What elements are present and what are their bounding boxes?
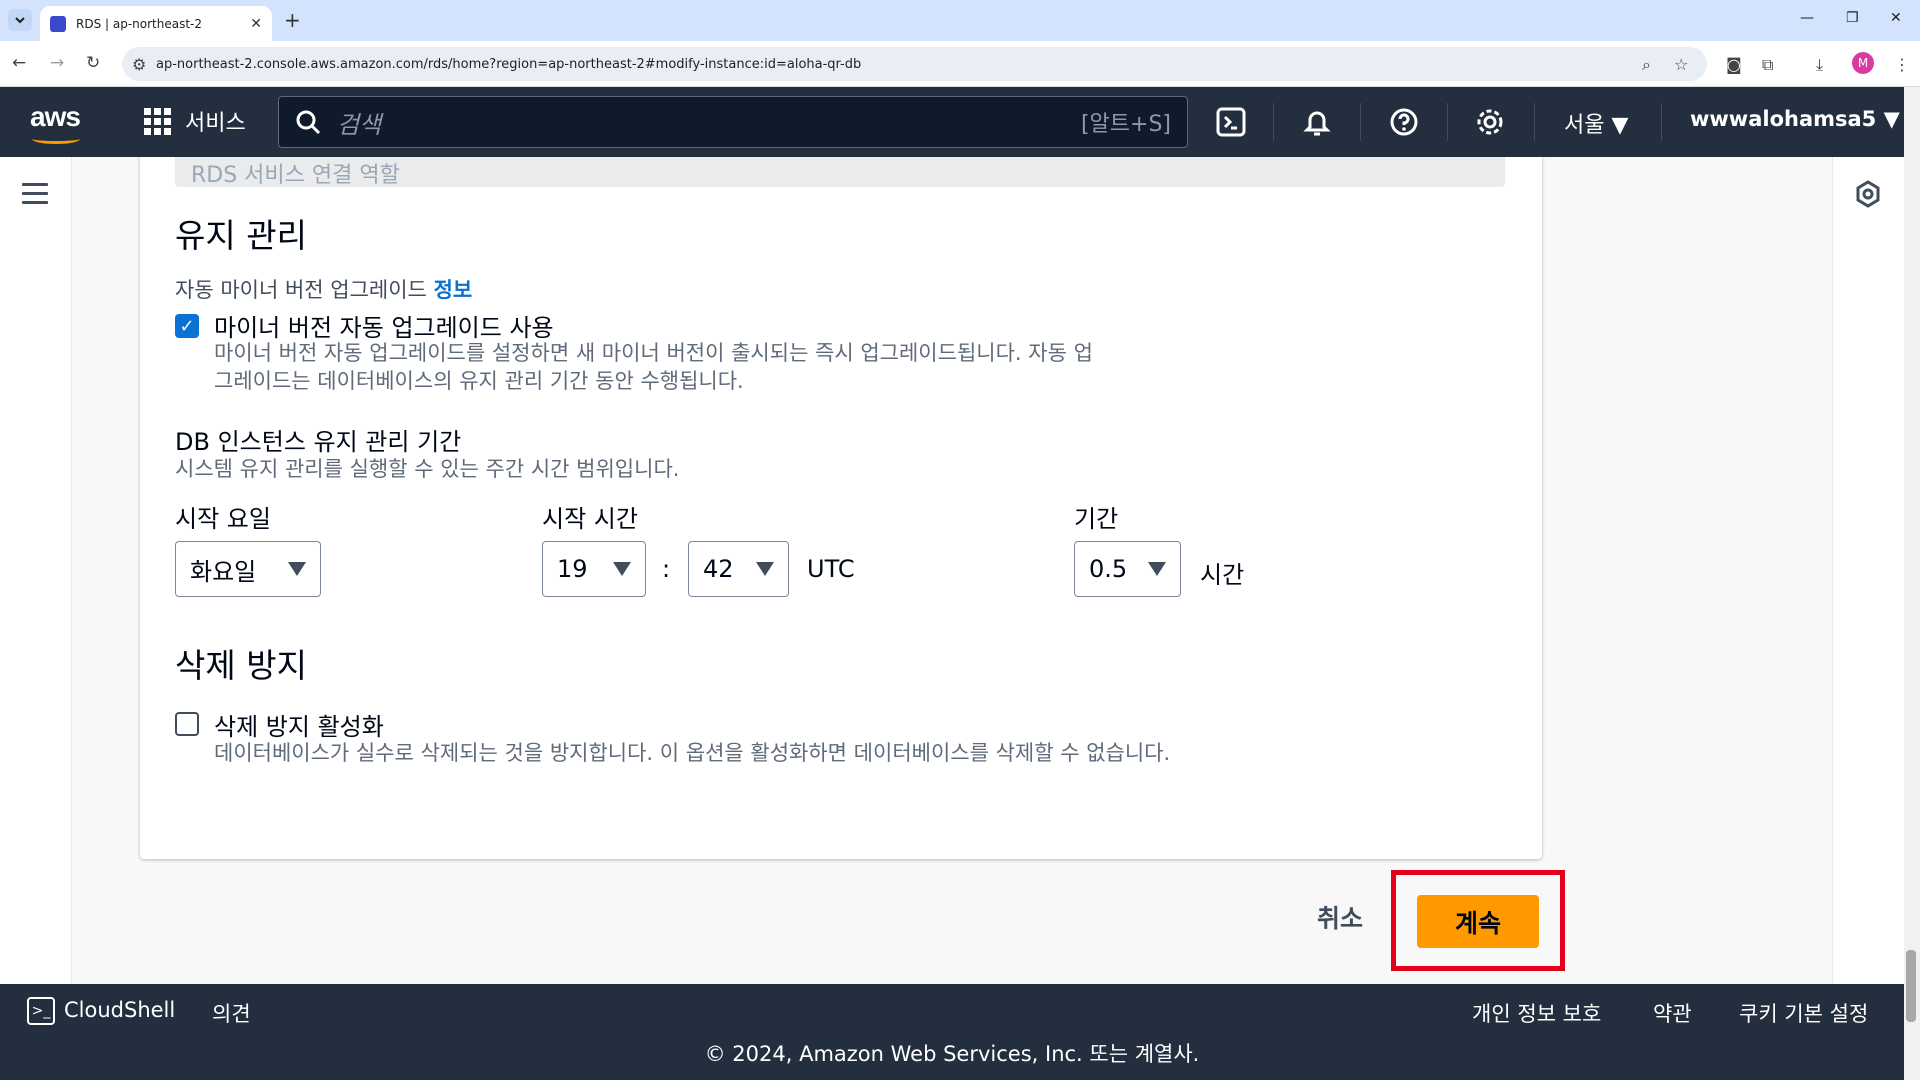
- new-tab-button[interactable]: +: [284, 8, 301, 32]
- browser-menu-icon[interactable]: ⋮: [1894, 55, 1910, 74]
- browser-tab-strip: RDS | ap-northeast-2 ✕ + — ❐ ✕: [0, 0, 1920, 41]
- nav-divider: [1534, 103, 1535, 141]
- start-time-label: 시작 시간: [542, 505, 638, 533]
- search-icon: [296, 110, 321, 135]
- cookie-preferences-link[interactable]: 쿠키 기본 설정: [1739, 998, 1868, 1028]
- caret-down-icon: [288, 562, 306, 576]
- tab-search-button[interactable]: [8, 9, 32, 31]
- address-bar-row: ← → ↻ ⚙ ap-northeast-2.console.aws.amazo…: [0, 41, 1920, 87]
- window-close-icon[interactable]: ✕: [1890, 10, 1902, 26]
- profile-avatar[interactable]: M: [1852, 52, 1874, 74]
- start-minute-value: 42: [703, 555, 734, 583]
- deletion-protection-heading: 삭제 방지: [175, 646, 307, 685]
- nav-divider: [1273, 103, 1274, 141]
- services-label: 서비스: [185, 111, 246, 136]
- bookmark-star-icon[interactable]: ☆: [1674, 55, 1688, 74]
- start-day-label: 시작 요일: [175, 505, 271, 533]
- terms-link[interactable]: 약관: [1653, 998, 1692, 1028]
- start-day-value: 화요일: [190, 557, 257, 586]
- form-panel: RDS 서비스 연결 역할 유지 관리 자동 마이너 버전 업그레이드 정보 ✓…: [140, 157, 1542, 859]
- zoom-icon[interactable]: ⌕: [1642, 55, 1651, 75]
- duration-unit: 시간: [1200, 561, 1245, 589]
- nav-divider: [1447, 103, 1448, 141]
- service-linked-role-field: RDS 서비스 연결 역할: [175, 157, 1505, 187]
- aws-smile-icon: [32, 134, 80, 144]
- rds-favicon-icon: [50, 15, 66, 32]
- search-placeholder: 검색: [337, 110, 382, 139]
- auto-upgrade-label: 자동 마이너 버전 업그레이드 정보: [175, 274, 472, 304]
- site-info-icon[interactable]: ⚙: [132, 55, 146, 74]
- forward-icon[interactable]: →: [50, 53, 64, 73]
- time-separator: :: [662, 555, 671, 583]
- notifications-bell-icon[interactable]: [1298, 103, 1336, 141]
- start-minute-select[interactable]: 42: [688, 541, 789, 597]
- chevron-down-icon: [15, 17, 25, 24]
- maintenance-window-description: 시스템 유지 관리를 실행할 수 있는 주간 시간 범위입니다.: [175, 457, 680, 481]
- reload-icon[interactable]: ↻: [86, 53, 100, 73]
- duration-label: 기간: [1074, 505, 1119, 533]
- region-selector[interactable]: 서울 ▼: [1564, 107, 1628, 139]
- account-menu[interactable]: wwwalohamsa5 ▼: [1690, 107, 1900, 131]
- caret-down-icon: [613, 562, 631, 576]
- browser-tab-active[interactable]: RDS | ap-northeast-2 ✕: [40, 6, 272, 41]
- services-menu-button[interactable]: 서비스: [144, 105, 246, 137]
- tab-close-icon[interactable]: ✕: [250, 16, 262, 32]
- page-scrollbar[interactable]: [1904, 87, 1920, 1080]
- help-icon[interactable]: [1385, 103, 1423, 141]
- service-linked-role-value: RDS 서비스 연결 역할: [191, 163, 400, 187]
- back-icon[interactable]: ←: [12, 53, 26, 73]
- auto-upgrade-desc-line-2: 그레이드는 데이터베이스의 유지 관리 기간 동안 수행됩니다.: [214, 369, 744, 393]
- maintenance-window-title: DB 인스턴스 유지 관리 기간: [175, 428, 462, 456]
- aws-logo[interactable]: aws: [30, 101, 81, 133]
- auto-upgrade-checkbox[interactable]: ✓: [175, 314, 199, 338]
- aws-top-nav: aws 서비스 검색 [알트+S] 서울 ▼ wwwalohamsa5 ▼: [0, 87, 1920, 157]
- restore-icon[interactable]: ❐: [1846, 10, 1859, 26]
- feedback-link[interactable]: 의견: [212, 998, 251, 1028]
- main-content: RDS 서비스 연결 역할 유지 관리 자동 마이너 버전 업그레이드 정보 ✓…: [72, 157, 1832, 984]
- camera-icon[interactable]: ◙: [1726, 55, 1742, 74]
- auto-upgrade-description: 마이너 버전 자동 업그레이드를 설정하면 새 마이너 버전이 출시되는 즉시 …: [214, 339, 1093, 395]
- side-navigation-rail: [0, 157, 72, 984]
- hexagon-panel-icon[interactable]: [1853, 179, 1883, 209]
- extensions-icon[interactable]: ⧉: [1762, 55, 1773, 75]
- duration-value: 0.5: [1089, 555, 1128, 583]
- cloudshell-link[interactable]: CloudShell: [64, 998, 175, 1022]
- deletion-protection-description: 데이터베이스가 실수로 삭제되는 것을 방지합니다. 이 옵션을 활성화하면 데…: [214, 741, 1171, 765]
- auto-upgrade-desc-line-1: 마이너 버전 자동 업그레이드를 설정하면 새 마이너 버전이 출시되는 즉시 …: [214, 341, 1093, 365]
- services-grid-icon: [144, 107, 171, 135]
- scrollbar-thumb[interactable]: [1906, 950, 1916, 1022]
- cloudshell-footer-icon[interactable]: >_: [27, 997, 55, 1025]
- caret-down-icon: [1148, 562, 1166, 576]
- copyright-text: © 2024, Amazon Web Services, Inc. 또는 계열사…: [704, 1042, 1200, 1066]
- duration-select[interactable]: 0.5: [1074, 541, 1181, 597]
- caret-down-icon: [756, 562, 774, 576]
- console-footer: >_ CloudShell 의견 개인 정보 보호 약관 쿠키 기본 설정 © …: [0, 984, 1904, 1080]
- maintenance-heading: 유지 관리: [175, 216, 307, 255]
- start-hour-value: 19: [557, 555, 588, 583]
- continue-button[interactable]: 계속: [1417, 895, 1539, 948]
- url-input[interactable]: ⚙ ap-northeast-2.console.aws.amazon.com/…: [122, 47, 1707, 81]
- deletion-protection-checkbox-label[interactable]: 삭제 방지 활성화: [214, 707, 384, 742]
- privacy-link[interactable]: 개인 정보 보호: [1472, 998, 1601, 1028]
- nav-divider: [1661, 103, 1662, 141]
- info-link[interactable]: 정보: [434, 278, 473, 302]
- cloudshell-nav-icon[interactable]: [1212, 103, 1250, 141]
- right-side-rail: [1832, 157, 1904, 984]
- nav-divider: [1360, 103, 1361, 141]
- url-text: ap-northeast-2.console.aws.amazon.com/rd…: [156, 56, 862, 72]
- auto-upgrade-checkbox-label[interactable]: 마이너 버전 자동 업그레이드 사용: [214, 308, 554, 343]
- download-icon[interactable]: ⤓: [1816, 55, 1823, 75]
- start-hour-select[interactable]: 19: [542, 541, 646, 597]
- console-search-input[interactable]: 검색 [알트+S]: [278, 96, 1188, 148]
- hamburger-menu-icon[interactable]: [22, 183, 48, 210]
- auto-upgrade-label-text: 자동 마이너 버전 업그레이드: [175, 278, 427, 302]
- tab-title: RDS | ap-northeast-2: [76, 16, 203, 31]
- cancel-button[interactable]: 취소: [1317, 899, 1363, 935]
- start-day-select[interactable]: 화요일: [175, 541, 321, 597]
- search-shortcut-hint: [알트+S]: [1080, 112, 1171, 137]
- minimize-icon[interactable]: —: [1800, 10, 1814, 26]
- deletion-protection-checkbox[interactable]: [175, 712, 199, 736]
- timezone-label: UTC: [807, 555, 855, 583]
- settings-gear-icon[interactable]: [1471, 103, 1509, 141]
